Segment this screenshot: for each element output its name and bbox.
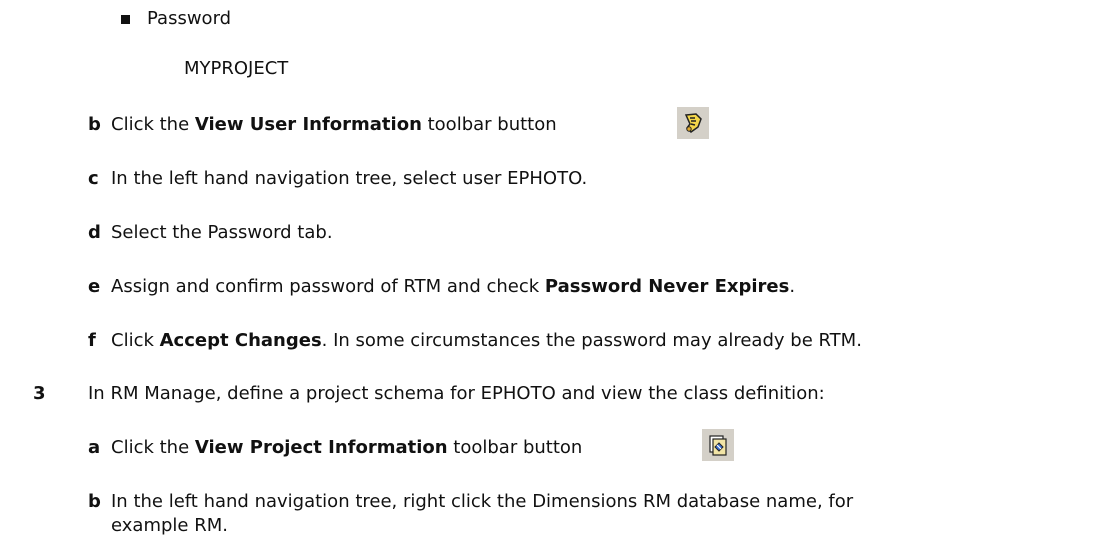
step-b-text-before: Click the [111, 114, 195, 135]
view-project-information-icon [702, 429, 734, 461]
step-e-text-before: Assign and confirm password of RTM and c… [111, 276, 545, 297]
step-letter-f: f [88, 330, 96, 351]
bullet-marker [121, 15, 130, 24]
bullet-label: Password [147, 8, 232, 29]
step-letter-d: d [88, 222, 101, 243]
step-letter-b: b [88, 114, 101, 135]
step-f-text-before: Click [111, 330, 160, 351]
step-e-text: Assign and confirm password of RTM and c… [111, 276, 795, 298]
step-3a-text: Click the View Project Information toolb… [111, 437, 582, 459]
step-letter-e: e [88, 276, 101, 297]
step-letter-c: c [88, 168, 99, 189]
step-f-bold: Accept Changes [159, 330, 322, 351]
step-letter-b-3: b [88, 491, 101, 512]
step-3a-text-before: Click the [111, 437, 195, 458]
step-f-text: Click Accept Changes. In some circumstan… [111, 330, 862, 352]
step-3a-text-after: toolbar button [447, 437, 583, 458]
step-letter-a: a [88, 437, 101, 458]
step-b-text: Click the View User Information toolbar … [111, 114, 557, 136]
step-b-text-after: toolbar button [421, 114, 557, 135]
step-c-text: In the left hand navigation tree, select… [111, 168, 588, 189]
step-3-text: In RM Manage, define a project schema fo… [88, 383, 825, 404]
step-number-3: 3 [33, 383, 46, 404]
step-e-text-after: . [789, 276, 796, 297]
step-b-bold: View User Information [194, 114, 422, 135]
step-d-text: Select the Password tab. [111, 222, 333, 243]
step-3a-bold: View Project Information [194, 437, 448, 458]
password-value: MYPROJECT [184, 58, 289, 79]
view-user-information-icon [677, 107, 709, 139]
step-f-text-after: . In some circumstances the password may… [321, 330, 862, 351]
step-e-bold: Password Never Expires [544, 276, 790, 297]
step-3b-line2: example RM. [111, 515, 228, 536]
step-3b-line1: In the left hand navigation tree, right … [111, 491, 854, 512]
